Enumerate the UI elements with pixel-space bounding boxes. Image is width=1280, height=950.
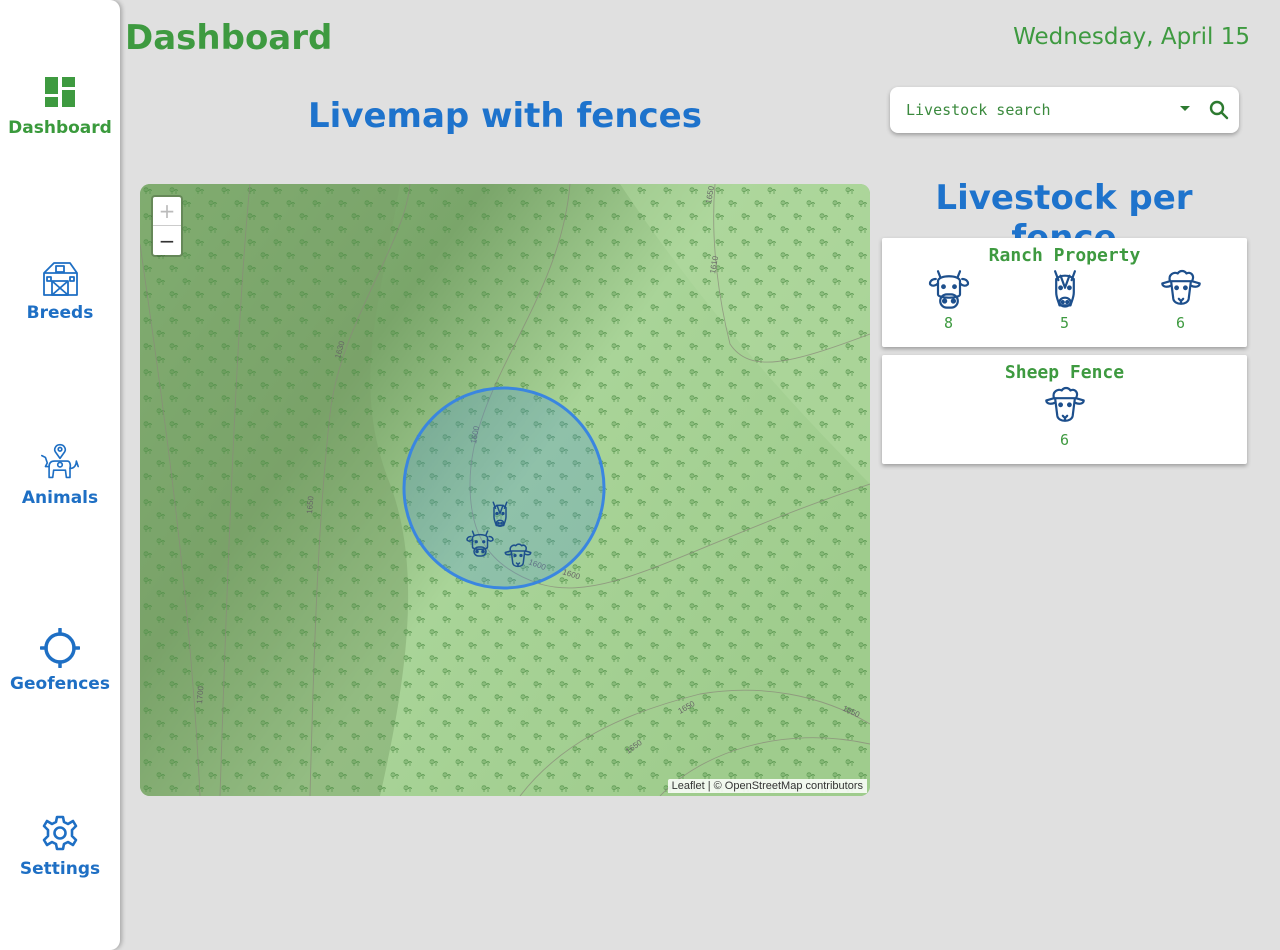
sidebar-item-label: Animals bbox=[21, 488, 99, 508]
fence-name: Sheep Fence bbox=[1004, 362, 1125, 383]
zoom-in-button[interactable]: + bbox=[153, 197, 181, 226]
sidebar-item-dashboard[interactable]: Dashboard bbox=[0, 58, 120, 138]
zoom-control: + − bbox=[151, 195, 183, 257]
search-input[interactable] bbox=[906, 101, 1176, 119]
fence-name: Ranch Property bbox=[988, 245, 1141, 266]
sidebar-item-settings[interactable]: Settings bbox=[0, 799, 120, 879]
search-icon[interactable] bbox=[1208, 99, 1230, 121]
gear-icon bbox=[40, 813, 80, 853]
sidebar-item-label: Geofences bbox=[10, 674, 110, 694]
leaflet-link[interactable]: Leaflet bbox=[672, 780, 705, 792]
animal-count: 8 bbox=[943, 314, 954, 332]
animal-count-sheep: 6 bbox=[1123, 268, 1239, 332]
animals-icon bbox=[40, 442, 80, 482]
cow-icon[interactable] bbox=[465, 529, 495, 559]
map-attribution: Leaflet | © OpenStreetMap contributors bbox=[667, 779, 867, 793]
zoom-out-button[interactable]: − bbox=[153, 226, 181, 255]
sidebar-item-breeds[interactable]: Breeds bbox=[0, 243, 120, 323]
sidebar: Dashboard Breeds Animals Geofences Setti… bbox=[0, 0, 120, 950]
crosshair-icon bbox=[40, 628, 80, 668]
date-display: Wednesday, April 15 bbox=[1013, 24, 1250, 50]
fence-card-sheep-fence[interactable]: Sheep Fence 6 bbox=[882, 355, 1247, 464]
cow-icon bbox=[927, 268, 971, 312]
animal-count-horse: 5 bbox=[1007, 268, 1123, 332]
sheep-icon[interactable] bbox=[503, 542, 533, 572]
dropdown-arrow-icon[interactable] bbox=[1180, 106, 1190, 111]
animal-count: 6 bbox=[1175, 314, 1186, 332]
livestock-search[interactable] bbox=[890, 87, 1239, 133]
animals-row: 8 5 6 bbox=[882, 268, 1247, 332]
page-title: Dashboard bbox=[125, 18, 333, 58]
dashboard-icon bbox=[40, 72, 80, 112]
live-map[interactable]: 1650 1610 1630 1600 1650 1600 1600 1700 … bbox=[140, 184, 870, 796]
sidebar-item-label: Dashboard bbox=[8, 118, 112, 138]
animals-row: 6 bbox=[882, 385, 1247, 449]
sheep-icon bbox=[1159, 268, 1203, 312]
sidebar-item-label: Settings bbox=[19, 859, 101, 879]
horse-icon bbox=[1043, 268, 1087, 312]
contour-label: 1700 bbox=[195, 685, 206, 704]
animal-count: 6 bbox=[1059, 431, 1070, 449]
sidebar-item-animals[interactable]: Animals bbox=[0, 428, 120, 508]
attribution-text: | © OpenStreetMap contributors bbox=[704, 780, 863, 792]
map-heading: Livemap with fences bbox=[308, 96, 702, 136]
animal-count-cow: 8 bbox=[891, 268, 1007, 332]
sidebar-item-geofences[interactable]: Geofences bbox=[0, 614, 120, 694]
horse-icon[interactable] bbox=[485, 500, 515, 530]
animal-count-sheep: 6 bbox=[1007, 385, 1123, 449]
sidebar-item-label: Breeds bbox=[26, 303, 94, 323]
fence-card-ranch-property[interactable]: Ranch Property 8 5 6 bbox=[882, 238, 1247, 347]
barn-icon bbox=[40, 257, 80, 297]
contour-label: 1650 bbox=[305, 495, 316, 514]
sheep-icon bbox=[1043, 385, 1087, 429]
animal-count: 5 bbox=[1059, 314, 1070, 332]
map-tiles: 1650 1610 1630 1600 1650 1600 1600 1700 … bbox=[140, 184, 870, 796]
